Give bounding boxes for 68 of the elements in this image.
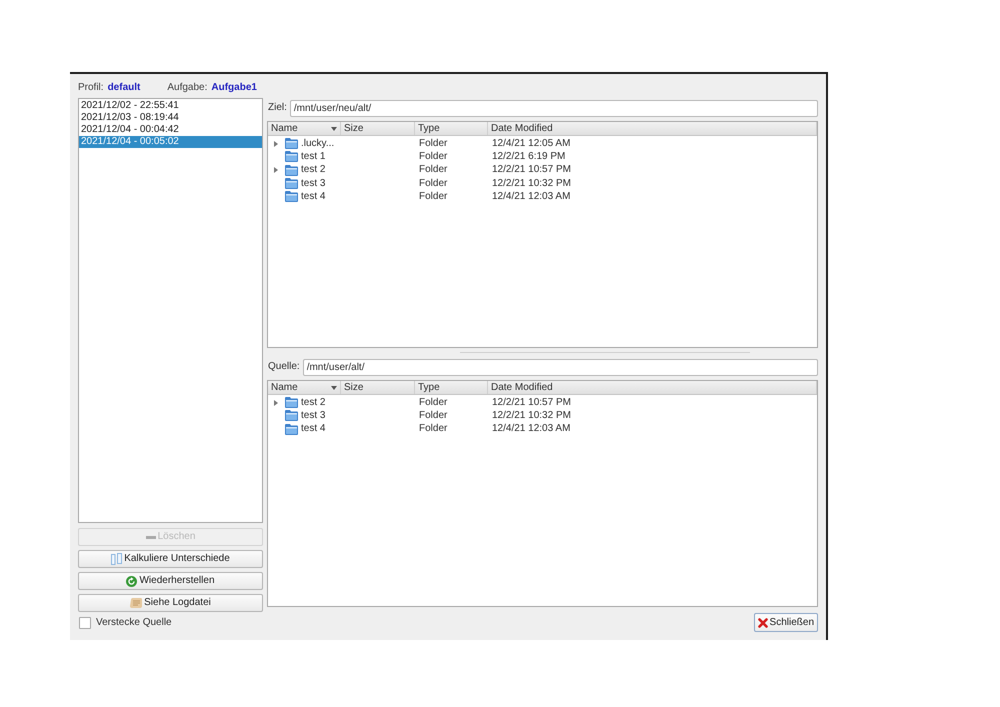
- date-cell-text: 12/2/21 10:57 PM: [491, 396, 571, 409]
- type-cell-text: Folder: [418, 164, 448, 176]
- column-header[interactable]: Type: [415, 122, 488, 135]
- column-header[interactable]: Type: [415, 381, 488, 394]
- folder-icon: [285, 397, 298, 408]
- file-name[interactable]: test 2: [301, 396, 326, 409]
- file-name[interactable]: test 3: [301, 410, 326, 422]
- profile-label: Profil:: [78, 82, 104, 94]
- path-label: Quelle:: [267, 361, 300, 373]
- column-header[interactable]: Date Modified: [488, 381, 817, 394]
- restore-button[interactable]: Wiederherstellen: [78, 572, 263, 590]
- type-cell-text: Folder: [418, 150, 448, 163]
- checkbox-label[interactable]: Verstecke Quelle: [96, 617, 172, 629]
- folder-icon: [285, 164, 298, 176]
- expand-arrow-icon[interactable]: [274, 400, 278, 406]
- date-cell-text: 12/2/21 10:32 PM: [491, 178, 571, 190]
- folder-icon: [285, 191, 298, 202]
- folder-icon: [285, 424, 298, 435]
- snapshot-item[interactable]: 2021/12/03 - 08:19:44: [79, 112, 262, 124]
- log-button[interactable]: Siehe Logdatei: [78, 594, 263, 612]
- type-cell-text: Folder: [418, 178, 448, 190]
- type-cell-text: Folder: [418, 396, 448, 409]
- path-field[interactable]: /mnt/user/alt/: [302, 358, 818, 376]
- column-header[interactable]: Size: [341, 381, 415, 394]
- folder-icon: [285, 410, 298, 422]
- sort-arrow-icon: [331, 126, 337, 130]
- compare-button[interactable]: Kalkuliere Unterschiede: [78, 550, 263, 568]
- snapshot-item[interactable]: 2021/12/02 - 22:55:41: [79, 100, 262, 112]
- expand-arrow-icon[interactable]: [274, 167, 278, 174]
- type-cell-text: Folder: [418, 138, 448, 150]
- task-value: Aufgabe1: [211, 82, 257, 94]
- date-cell-text: 12/4/21 12:05 AM: [491, 138, 570, 150]
- path-field[interactable]: /mnt/user/neu/alt/: [290, 100, 818, 116]
- date-cell-text: 12/4/21 12:03 AM: [491, 190, 570, 203]
- file-name[interactable]: test 3: [301, 178, 326, 190]
- close-button[interactable]: Schließen: [754, 613, 818, 632]
- profile-value: default: [108, 82, 140, 94]
- expand-arrow-icon[interactable]: [274, 140, 278, 147]
- task-label: Aufgabe:: [167, 82, 208, 94]
- date-cell-text: 12/4/21 12:03 AM: [491, 423, 570, 436]
- column-header[interactable]: Date Modified: [488, 122, 817, 135]
- date-cell-text: 12/2/21 6:19 PM: [491, 150, 566, 163]
- column-header[interactable]: Name: [268, 122, 341, 135]
- folder-icon: [285, 151, 298, 162]
- file-name[interactable]: test 4: [301, 423, 326, 436]
- file-name[interactable]: .lucky...: [301, 138, 334, 150]
- checkbox[interactable]: [79, 617, 91, 629]
- column-header[interactable]: Size: [341, 122, 415, 135]
- file-name[interactable]: test 2: [301, 164, 326, 176]
- column-header[interactable]: Name: [268, 381, 341, 394]
- snapshot-item[interactable]: 2021/12/04 - 00:04:42: [79, 124, 262, 136]
- type-cell-text: Folder: [418, 423, 448, 436]
- folder-icon: [285, 178, 298, 190]
- circular-arrow-icon: [126, 576, 138, 586]
- close-icon: [758, 618, 768, 628]
- documents-icon: [111, 553, 122, 565]
- scroll-icon: [130, 598, 142, 608]
- date-cell-text: 12/2/21 10:57 PM: [491, 164, 571, 176]
- minus-icon: [146, 536, 156, 538]
- file-name[interactable]: test 1: [301, 150, 326, 163]
- type-cell-text: Folder: [418, 410, 448, 422]
- path-label: Ziel:: [267, 102, 287, 114]
- sort-arrow-icon: [331, 386, 337, 390]
- type-cell-text: Folder: [418, 190, 448, 203]
- file-name[interactable]: test 4: [301, 190, 326, 203]
- date-cell-text: 12/2/21 10:32 PM: [491, 410, 571, 422]
- folder-icon: [285, 138, 298, 150]
- snapshot-item[interactable]: 2021/12/04 - 00:05:02: [79, 136, 262, 148]
